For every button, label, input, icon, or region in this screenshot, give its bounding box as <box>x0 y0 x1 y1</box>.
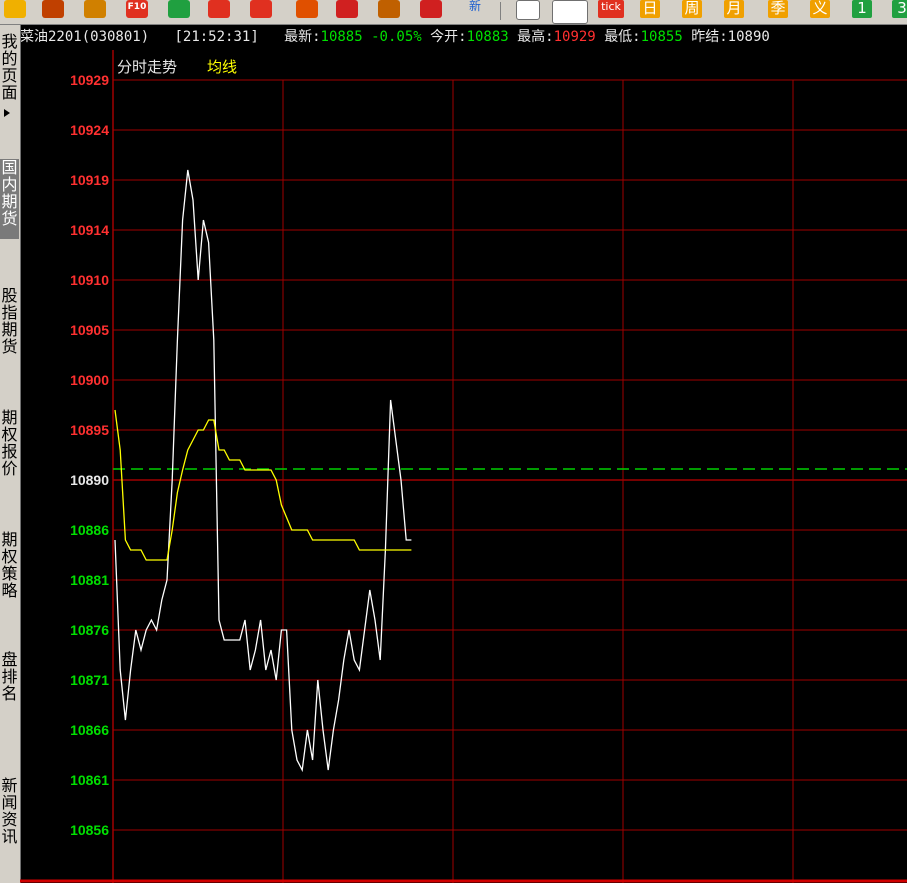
settle-value: 10890 <box>727 29 770 45</box>
y-axis-tick-label: 10881 <box>70 572 109 588</box>
side-tab-option-strategy[interactable]: 期权策略 <box>0 531 19 611</box>
y-axis-tick-label: 10866 <box>70 722 109 738</box>
average-legend: 均线 <box>207 58 237 76</box>
new-button[interactable]: 新 <box>464 0 486 18</box>
latest-value: 10885 <box>320 29 363 45</box>
home-icon[interactable] <box>42 0 64 18</box>
side-tab-my-page[interactable]: 我的页面 <box>0 33 19 121</box>
pen-icon[interactable] <box>336 0 358 18</box>
search-alt-icon[interactable] <box>250 0 272 18</box>
document-icon[interactable] <box>84 0 106 18</box>
settle-label: 昨结: <box>691 29 728 45</box>
period-button-3[interactable]: 季 <box>768 0 788 18</box>
refresh-icon[interactable] <box>168 0 190 18</box>
low-label: 最低: <box>604 29 641 45</box>
symbol-name: 菜油2201(030801) <box>20 29 150 45</box>
toolbar-separator <box>500 2 501 20</box>
y-axis-tick-label: 10856 <box>70 822 109 838</box>
low-value: 10855 <box>640 29 683 45</box>
chart-title: 分时走势 <box>117 58 177 76</box>
toolbar: F10 新 tick 日 周 月 季 义 1 3 <box>0 0 907 25</box>
open-label: 今开: <box>430 29 467 45</box>
y-axis-tick-label: 10919 <box>70 172 109 188</box>
period-button-1[interactable]: 周 <box>682 0 702 18</box>
side-tab-news[interactable]: 新闻资讯 <box>0 777 19 857</box>
open-value: 10883 <box>466 29 509 45</box>
back-arrow-icon[interactable] <box>4 0 26 18</box>
timeshare-chart: 10929 10924 10919 10914 10910 10905 10900 10895… <box>20 50 907 883</box>
y-axis-tick-label: 10924 <box>70 122 109 138</box>
y-axis-tick-label: 10929 <box>70 72 109 88</box>
y-axis-tick-label: 10905 <box>70 322 109 338</box>
stack-icon[interactable] <box>296 0 318 18</box>
high-label: 最高: <box>517 29 554 45</box>
quote-info-bar: 菜油2201(030801) [21:52:31] 最新:10885 -0.05… <box>20 25 907 50</box>
search-icon[interactable] <box>208 0 230 18</box>
timeshare-chart-icon[interactable] <box>552 0 588 24</box>
y-axis-tick-label: 10914 <box>70 222 109 238</box>
y-axis-tick-label: 10861 <box>70 772 109 788</box>
tick-button[interactable]: tick <box>598 0 624 18</box>
side-tab-ranking[interactable]: 盘排名 <box>0 651 19 731</box>
period-button-5[interactable]: 1 <box>852 0 872 18</box>
high-value: 10929 <box>553 29 596 45</box>
pin-icon[interactable] <box>420 0 442 18</box>
y-axis-tick-label: 10900 <box>70 372 109 388</box>
y-axis-tick-label: 10890 <box>70 472 109 488</box>
side-tab-option-quotes[interactable]: 期权报价 <box>0 409 19 489</box>
quote-time: [21:52:31] <box>174 29 259 45</box>
y-axis-tick-label: 10910 <box>70 272 109 288</box>
list-view-icon[interactable] <box>516 0 540 20</box>
palette-icon[interactable] <box>378 0 400 18</box>
y-axis-tick-label: 10895 <box>70 422 109 438</box>
f10-icon[interactable]: F10 <box>126 0 148 18</box>
change-percent: -0.05% <box>371 29 422 45</box>
period-button-2[interactable]: 月 <box>724 0 744 18</box>
period-button-0[interactable]: 日 <box>640 0 660 18</box>
side-tab-bar: 我的页面 国内期货 股指期货 期权报价 期权策略 盘排名 新闻资讯 <box>0 25 21 883</box>
y-axis-tick-label: 10876 <box>70 622 109 638</box>
expand-arrow-icon[interactable] <box>4 109 10 117</box>
latest-label: 最新: <box>284 29 321 45</box>
y-axis-tick-label: 10871 <box>70 672 109 688</box>
y-axis-tick-label: 10886 <box>70 522 109 538</box>
side-tab-index-futures[interactable]: 股指期货 <box>0 287 19 367</box>
period-button-6[interactable]: 3 <box>892 0 907 18</box>
side-tab-domestic-futures[interactable]: 国内期货 <box>0 159 19 239</box>
period-button-4[interactable]: 义 <box>810 0 830 18</box>
average-line <box>114 409 412 561</box>
